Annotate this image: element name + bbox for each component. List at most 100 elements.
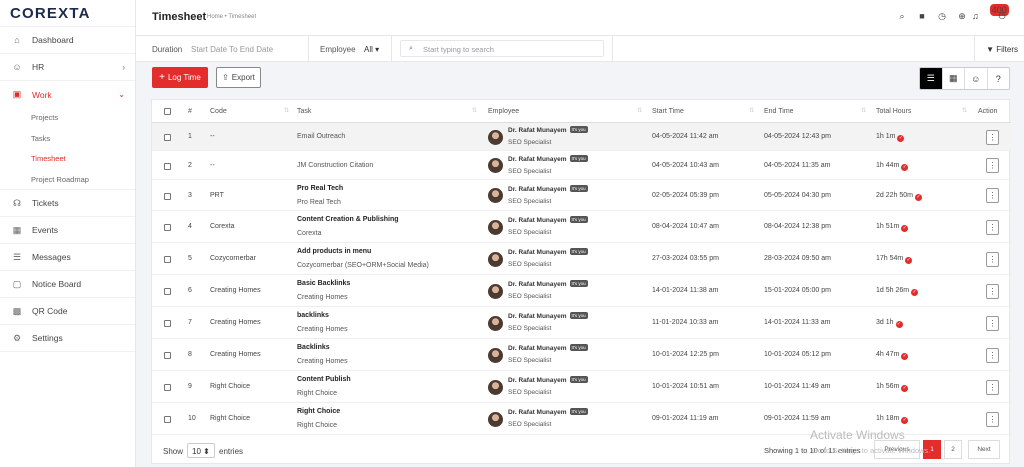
- row-project[interactable]: Right Choice: [297, 390, 337, 397]
- avatar[interactable]: [488, 379, 503, 395]
- row-project[interactable]: Email Outreach: [297, 133, 345, 140]
- sticky-note-icon[interactable]: ■: [912, 11, 932, 22]
- row-employee[interactable]: Dr. Rafat Munayem It's you: [508, 216, 588, 224]
- sort-icon[interactable]: ⇅: [472, 107, 477, 114]
- row-task[interactable]: Add products in menu: [297, 248, 371, 255]
- row-checkbox[interactable]: [164, 134, 171, 141]
- row-task[interactable]: Content Publish: [297, 376, 351, 383]
- row-action-menu-button[interactable]: ⋮: [986, 251, 999, 267]
- sidebar-sub-timesheet[interactable]: Timesheet: [0, 149, 135, 170]
- avatar[interactable]: [488, 158, 503, 173]
- sidebar-item-messages[interactable]: ☰ Messages: [0, 244, 135, 271]
- row-action-menu-button[interactable]: ⋮: [986, 219, 999, 235]
- avatar[interactable]: [488, 283, 503, 299]
- breadcrumb[interactable]: Home • Timesheet: [207, 14, 256, 20]
- row-checkbox[interactable]: [164, 256, 171, 263]
- avatar[interactable]: [488, 411, 503, 427]
- page-size-select[interactable]: 10 ⬍: [187, 443, 215, 458]
- next-page-button[interactable]: Next: [968, 440, 1000, 459]
- table-row[interactable]: 5 Cozycornerbar Add products in menu Cozyco…: [152, 243, 1011, 275]
- filters-button[interactable]: ▼ Filters: [986, 45, 1018, 54]
- row-action-menu-button[interactable]: ⋮: [986, 158, 999, 173]
- row-project[interactable]: Corexta: [297, 230, 322, 237]
- table-row[interactable]: 8 Creating Homes Backlinks Creating Homes Dr…: [152, 339, 1011, 371]
- sidebar-item-hr[interactable]: ☺ HR ›: [0, 54, 135, 81]
- col-start-time[interactable]: Start Time: [652, 108, 684, 115]
- row-checkbox[interactable]: [164, 320, 171, 327]
- avatar[interactable]: [488, 188, 503, 203]
- sidebar-sub-project-roadmap[interactable]: Project Roadmap: [0, 170, 135, 190]
- power-icon[interactable]: ⏻: [992, 11, 1012, 22]
- row-employee[interactable]: Dr. Rafat Munayem It's you: [508, 248, 588, 256]
- row-checkbox[interactable]: [164, 384, 171, 391]
- row-project[interactable]: Cozycornerbar (SEO+ORM+Social Media): [297, 262, 429, 269]
- row-task[interactable]: Right Choice: [297, 408, 340, 415]
- sort-icon[interactable]: ⇅: [284, 107, 289, 114]
- sidebar-item-work[interactable]: ▣ Work ⌄: [0, 81, 135, 108]
- sidebar-item-qr-code[interactable]: ▩ QR Code: [0, 298, 135, 325]
- table-row[interactable]: 2 -- JM Construction Citation Dr. Rafat Mun…: [152, 151, 1011, 180]
- avatar[interactable]: [488, 251, 503, 267]
- row-project[interactable]: Pro Real Tech: [297, 199, 341, 206]
- row-checkbox[interactable]: [164, 224, 171, 231]
- row-checkbox[interactable]: [164, 162, 171, 170]
- avatar[interactable]: [488, 347, 503, 363]
- sort-icon[interactable]: ⇅: [861, 107, 866, 114]
- row-action-menu-button[interactable]: ⋮: [986, 188, 999, 203]
- col-total-hours[interactable]: Total Hours: [876, 108, 911, 115]
- employee-select[interactable]: All ▾: [364, 45, 379, 54]
- avatar[interactable]: [488, 129, 503, 145]
- avatar[interactable]: [488, 219, 503, 235]
- row-project[interactable]: Creating Homes: [297, 358, 348, 365]
- sort-icon[interactable]: ⇅: [637, 107, 642, 114]
- duration-input[interactable]: Start Date To End Date: [191, 45, 273, 54]
- row-employee[interactable]: Dr. Rafat Munayem It's you: [508, 280, 588, 288]
- table-row[interactable]: 1 -- Email Outreach Dr. Rafat Munayem It's y…: [152, 123, 1011, 151]
- log-time-button[interactable]: + Log Time: [152, 67, 208, 88]
- sidebar-item-notice-board[interactable]: ▢ Notice Board: [0, 271, 135, 298]
- sidebar-item-tickets[interactable]: ☊ Tickets: [0, 190, 135, 217]
- page-2-button[interactable]: 2: [944, 440, 962, 459]
- sidebar-sub-projects[interactable]: Projects: [0, 108, 135, 129]
- sidebar-sub-tasks[interactable]: Tasks: [0, 129, 135, 150]
- select-all-checkbox[interactable]: [164, 108, 171, 115]
- row-employee[interactable]: Dr. Rafat Munayem It's you: [508, 154, 588, 163]
- col-employee[interactable]: Employee: [488, 108, 519, 115]
- row-task[interactable]: Pro Real Tech: [297, 185, 343, 192]
- search-icon[interactable]: ⌕: [892, 11, 912, 22]
- sidebar-item-settings[interactable]: ⚙ Settings: [0, 325, 135, 352]
- row-task[interactable]: Backlinks: [297, 344, 330, 351]
- row-employee[interactable]: Dr. Rafat Munayem It's you: [508, 184, 588, 193]
- sort-icon[interactable]: ⇅: [749, 107, 754, 114]
- row-project[interactable]: Right Choice: [297, 422, 337, 429]
- clock-icon[interactable]: ◷: [932, 11, 952, 22]
- table-row[interactable]: 7 Creating Homes backlinks Creating Homes Dr…: [152, 307, 1011, 339]
- avatar[interactable]: [488, 315, 503, 331]
- row-action-menu-button[interactable]: ⋮: [986, 315, 999, 331]
- search-input[interactable]: ⌕ Start typing to search: [400, 40, 604, 57]
- row-action-menu-button[interactable]: ⋮: [986, 379, 999, 395]
- row-employee[interactable]: Dr. Rafat Munayem It's you: [508, 312, 588, 320]
- row-employee[interactable]: Dr. Rafat Munayem It's you: [508, 344, 588, 352]
- row-task[interactable]: backlinks: [297, 312, 329, 319]
- row-employee[interactable]: Dr. Rafat Munayem It's you: [508, 408, 588, 416]
- export-button[interactable]: ⇪ Export: [216, 67, 261, 88]
- row-action-menu-button[interactable]: ⋮: [986, 283, 999, 299]
- add-icon[interactable]: ⊕: [952, 11, 972, 22]
- row-employee[interactable]: Dr. Rafat Munayem It's you: [508, 376, 588, 384]
- table-row[interactable]: 4 Corexta Content Creation & Publishing Cor…: [152, 211, 1011, 243]
- sidebar-item-dashboard[interactable]: ⌂ Dashboard: [0, 27, 135, 54]
- user-view-icon[interactable]: ☺: [965, 68, 988, 89]
- list-view-icon[interactable]: ☰: [920, 68, 943, 89]
- table-row[interactable]: 3 PRT Pro Real Tech Pro Real Tech Dr. Rafat …: [152, 180, 1011, 211]
- calendar-view-icon[interactable]: ▦: [943, 68, 965, 89]
- col-number[interactable]: #: [188, 108, 192, 115]
- brand-logo[interactable]: COREXTA: [0, 0, 135, 26]
- row-checkbox[interactable]: [164, 288, 171, 295]
- col-task[interactable]: Task: [297, 108, 311, 115]
- table-row[interactable]: 6 Creating Homes Basic Backlinks Creating H…: [152, 275, 1011, 307]
- row-checkbox[interactable]: [164, 352, 171, 359]
- row-project[interactable]: Creating Homes: [297, 326, 348, 333]
- sort-icon[interactable]: ⇅: [962, 107, 967, 114]
- col-code[interactable]: Code: [210, 108, 227, 115]
